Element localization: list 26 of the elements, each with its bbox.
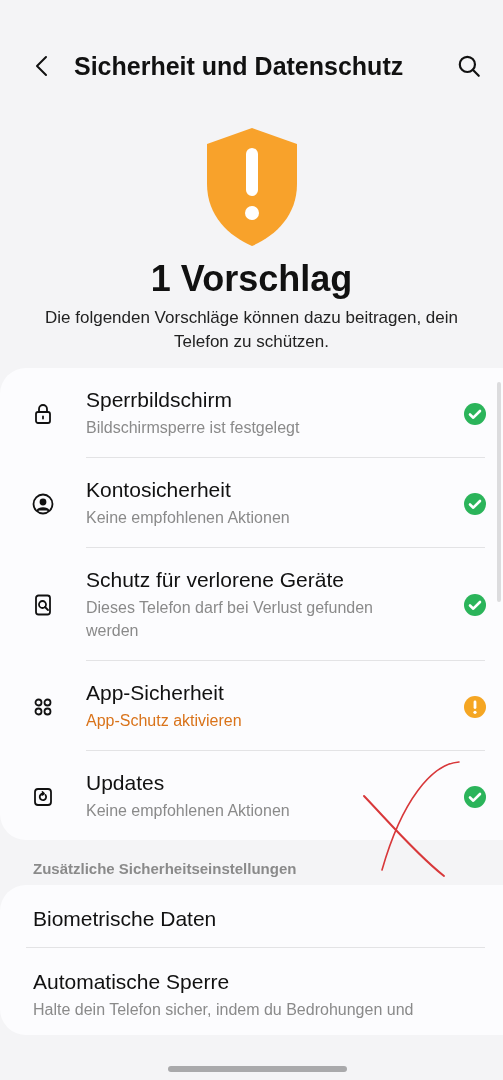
item-subtitle: App-Schutz aktivieren <box>86 711 243 731</box>
item-subtitle: Keine empfohlenen Aktionen <box>86 508 291 528</box>
item-subtitle: Dieses Telefon darf bei Verlust gefunden werden <box>86 598 374 641</box>
security-check-item[interactable]: Kontosicherheit Keine empfohlenen Aktionen <box>0 458 503 547</box>
item-title: Automatische Sperre <box>33 970 231 994</box>
security-check-item[interactable]: Sperrbildschirm Bildschirmsperre ist festgelegt <box>0 368 503 457</box>
item-title: App-Sicherheit <box>86 681 225 705</box>
search-icon <box>456 53 482 79</box>
summary-description: Die folgenden Vorschläge können dazu beitragen, dein Telefon zu schützen. <box>44 307 459 353</box>
section-heading: Zusätzliche Sicherheitseinstellungen <box>32 859 298 879</box>
item-subtitle: Bildschirmsperre ist festgelegt <box>86 418 301 438</box>
item-subtitle: Keine empfohlenen Aktionen <box>86 801 291 821</box>
security-check-item[interactable]: Schutz für verlorene Geräte Dieses Telefon darf bei Verlust gefunden werden <box>0 548 503 660</box>
item-title: Sperrbildschirm <box>86 388 233 412</box>
security-check-item[interactable]: Updates Keine empfohlenen Aktionen <box>0 751 503 840</box>
page-title: Sicherheit und Datenschutz <box>74 51 405 81</box>
item-title: Biometrische Daten <box>33 907 218 931</box>
security-check-item[interactable]: App-Sicherheit App-Schutz aktivieren <box>0 661 503 750</box>
account-icon <box>31 491 55 516</box>
settings-item[interactable]: Biometrische Daten <box>0 885 503 947</box>
suggestion-count: 1 Vorschlag <box>150 258 353 300</box>
item-title: Kontosicherheit <box>86 478 232 502</box>
settings-item[interactable]: Automatische Sperre Halte dein Telefon sicher, indem du Bedrohungen und <box>0 948 503 1035</box>
item-title: Schutz für verlorene Geräte <box>86 568 345 592</box>
item-title: Updates <box>86 771 166 795</box>
item-subtitle: Halte dein Telefon sicher, indem du Bedrohungen und <box>33 1000 415 1020</box>
